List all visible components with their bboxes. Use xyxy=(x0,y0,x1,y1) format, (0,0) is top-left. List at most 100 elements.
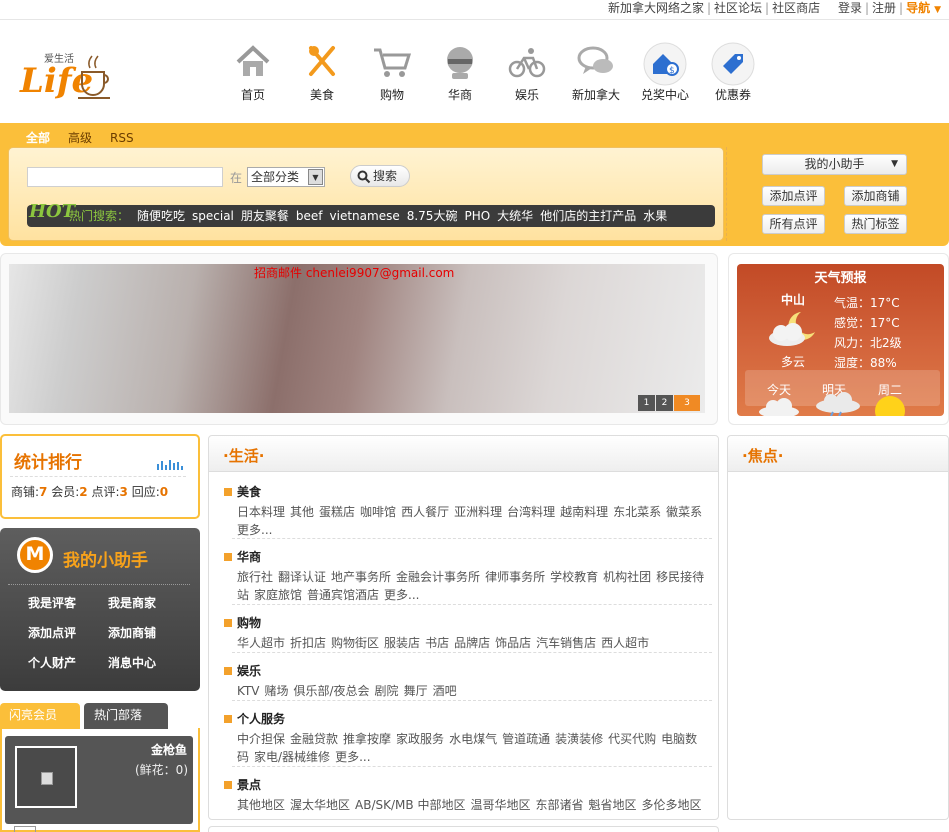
category-link[interactable]: 饰品店 xyxy=(495,636,531,650)
category-link[interactable]: 品牌店 xyxy=(454,636,490,650)
hot-term[interactable]: beef xyxy=(296,209,323,223)
banner-page-1[interactable]: 1 xyxy=(638,395,655,411)
category-link[interactable]: 家政服务 xyxy=(396,732,444,746)
category-link[interactable]: 汽车销售店 xyxy=(536,636,596,650)
category-link[interactable]: 折扣店 xyxy=(290,636,326,650)
banner-page-3[interactable]: 3 xyxy=(674,395,700,411)
category-title[interactable]: 购物 xyxy=(222,616,712,630)
hot-term[interactable]: special xyxy=(192,209,234,223)
nav-food[interactable]: 美食 xyxy=(294,42,350,103)
top-link-home[interactable]: 新加拿大网络之家 xyxy=(608,1,704,15)
category-link[interactable]: 管道疏通 xyxy=(502,732,550,746)
category-link[interactable]: 东北菜系 xyxy=(613,505,661,519)
category-link[interactable]: 咖啡馆 xyxy=(360,505,396,519)
search-input[interactable] xyxy=(27,167,223,187)
category-link[interactable]: 旅行社 xyxy=(237,570,273,584)
nav-business[interactable]: 华商 xyxy=(432,42,488,103)
hot-term[interactable]: 大统华 xyxy=(497,209,533,223)
category-link[interactable]: 家电/器械维修 xyxy=(254,750,330,764)
tab-hot-tribes[interactable]: 热门部落 xyxy=(84,703,168,729)
hot-term[interactable]: 水果 xyxy=(643,209,667,223)
category-link[interactable]: 普通宾馆酒店 xyxy=(307,588,379,602)
category-link[interactable]: 蛋糕店 xyxy=(319,505,355,519)
category-link[interactable]: AB/SK/MB 中部地区 xyxy=(355,798,465,812)
category-link[interactable]: 代买代购 xyxy=(608,732,656,746)
top-link-store[interactable]: 社区商店 xyxy=(772,1,820,15)
category-link[interactable]: 翻译认证 xyxy=(278,570,326,584)
top-link-forum[interactable]: 社区论坛 xyxy=(714,1,762,15)
nav-shopping[interactable]: 购物 xyxy=(364,42,420,103)
hot-term[interactable]: 随便吃吃 xyxy=(137,209,185,223)
nav-entertainment[interactable]: 娱乐 xyxy=(499,42,555,103)
merchant-link[interactable]: 我是商家 xyxy=(108,594,156,611)
category-link[interactable]: 购物街区 xyxy=(331,636,379,650)
category-link[interactable]: 越南料理 xyxy=(560,505,608,519)
category-link[interactable]: 西人餐厅 xyxy=(401,505,449,519)
forecast-today[interactable]: 今天 xyxy=(767,381,791,398)
category-link[interactable]: 舞厅 xyxy=(404,684,428,698)
nav-coupon[interactable]: 优惠券 xyxy=(705,42,761,103)
site-logo[interactable]: Life 爱生活 xyxy=(18,44,118,104)
category-title[interactable]: 华商 xyxy=(222,550,712,564)
category-link[interactable]: 渥太华地区 xyxy=(290,798,350,812)
category-link[interactable]: 书店 xyxy=(425,636,449,650)
nav-newcanada[interactable]: 新加拿大 xyxy=(566,42,626,103)
banner-image[interactable] xyxy=(9,264,705,413)
category-link[interactable]: KTV xyxy=(237,684,259,698)
more-link[interactable]: 更多... xyxy=(335,750,370,764)
category-link[interactable]: 温哥华地区 xyxy=(470,798,530,812)
nav-prize-center[interactable]: $ 兑奖中心 xyxy=(637,42,693,103)
login-link[interactable]: 登录 xyxy=(838,1,862,15)
category-link[interactable]: 推拿按摩 xyxy=(343,732,391,746)
category-link[interactable]: 装潢装修 xyxy=(555,732,603,746)
avatar[interactable] xyxy=(15,746,77,808)
category-link[interactable]: 赌场 xyxy=(264,684,288,698)
category-title[interactable]: 美食 xyxy=(222,485,712,499)
more-link[interactable]: 更多... xyxy=(237,523,272,537)
helper-dropdown[interactable]: 我的小助手 ▼ xyxy=(762,154,907,175)
banner-mail[interactable]: 招商邮件 chenlei9907@gmail.com xyxy=(254,264,454,281)
add-shop-button[interactable]: 添加商铺 xyxy=(844,186,907,206)
tab-star-members[interactable]: 闪亮会员 xyxy=(0,703,80,729)
category-link[interactable]: 多伦多地区 xyxy=(642,798,702,812)
category-link[interactable]: 水电煤气 xyxy=(449,732,497,746)
more-link[interactable]: 更多... xyxy=(384,588,419,602)
all-reviews-button[interactable]: 所有点评 xyxy=(762,214,825,234)
category-link[interactable]: 日本料理 xyxy=(237,505,285,519)
category-link[interactable]: 其他 xyxy=(290,505,314,519)
category-link[interactable]: 徽菜系 xyxy=(666,505,702,519)
category-link[interactable]: 机构社团 xyxy=(603,570,651,584)
tab-advanced[interactable]: 高级 xyxy=(68,131,92,145)
hot-term[interactable]: PHO xyxy=(464,209,490,223)
member-card[interactable]: 金枪鱼 (鲜花：0) xyxy=(5,736,193,824)
category-link[interactable]: 酒吧 xyxy=(433,684,457,698)
category-link[interactable]: 其他地区 xyxy=(237,798,285,812)
search-button[interactable]: 搜索 xyxy=(350,165,410,187)
category-link[interactable]: 学校教育 xyxy=(550,570,598,584)
category-link[interactable]: 东部诸省 xyxy=(535,798,583,812)
add-shop-link[interactable]: 添加商铺 xyxy=(108,624,156,641)
hot-term[interactable]: 他们店的主打产品 xyxy=(540,209,636,223)
category-link[interactable]: 俱乐部/夜总会 xyxy=(294,684,370,698)
category-link[interactable]: 中介担保 xyxy=(237,732,285,746)
category-link[interactable]: 台湾料理 xyxy=(507,505,555,519)
reviewer-link[interactable]: 我是评客 xyxy=(28,594,76,611)
category-link[interactable]: 家庭旅馆 xyxy=(254,588,302,602)
tab-all[interactable]: 全部 xyxy=(26,131,50,145)
nav-menu-link[interactable]: 导航 xyxy=(906,1,930,15)
personal-assets-link[interactable]: 个人财产 xyxy=(28,654,76,671)
hot-term[interactable]: vietnamese xyxy=(330,209,400,223)
category-link[interactable]: 亚洲料理 xyxy=(454,505,502,519)
hot-term[interactable]: 朋友聚餐 xyxy=(241,209,289,223)
category-link[interactable]: 剧院 xyxy=(375,684,399,698)
category-link[interactable]: 律师事务所 xyxy=(485,570,545,584)
add-review-link[interactable]: 添加点评 xyxy=(28,624,76,641)
register-link[interactable]: 注册 xyxy=(872,1,896,15)
message-center-link[interactable]: 消息中心 xyxy=(108,654,156,671)
nav-home[interactable]: 首页 xyxy=(225,42,281,103)
tab-rss[interactable]: RSS xyxy=(110,131,134,145)
category-link[interactable]: 西人超市 xyxy=(601,636,649,650)
category-select[interactable]: 全部分类 ▼ xyxy=(247,167,325,187)
add-review-button[interactable]: 添加点评 xyxy=(762,186,825,206)
category-title[interactable]: 个人服务 xyxy=(222,712,712,726)
